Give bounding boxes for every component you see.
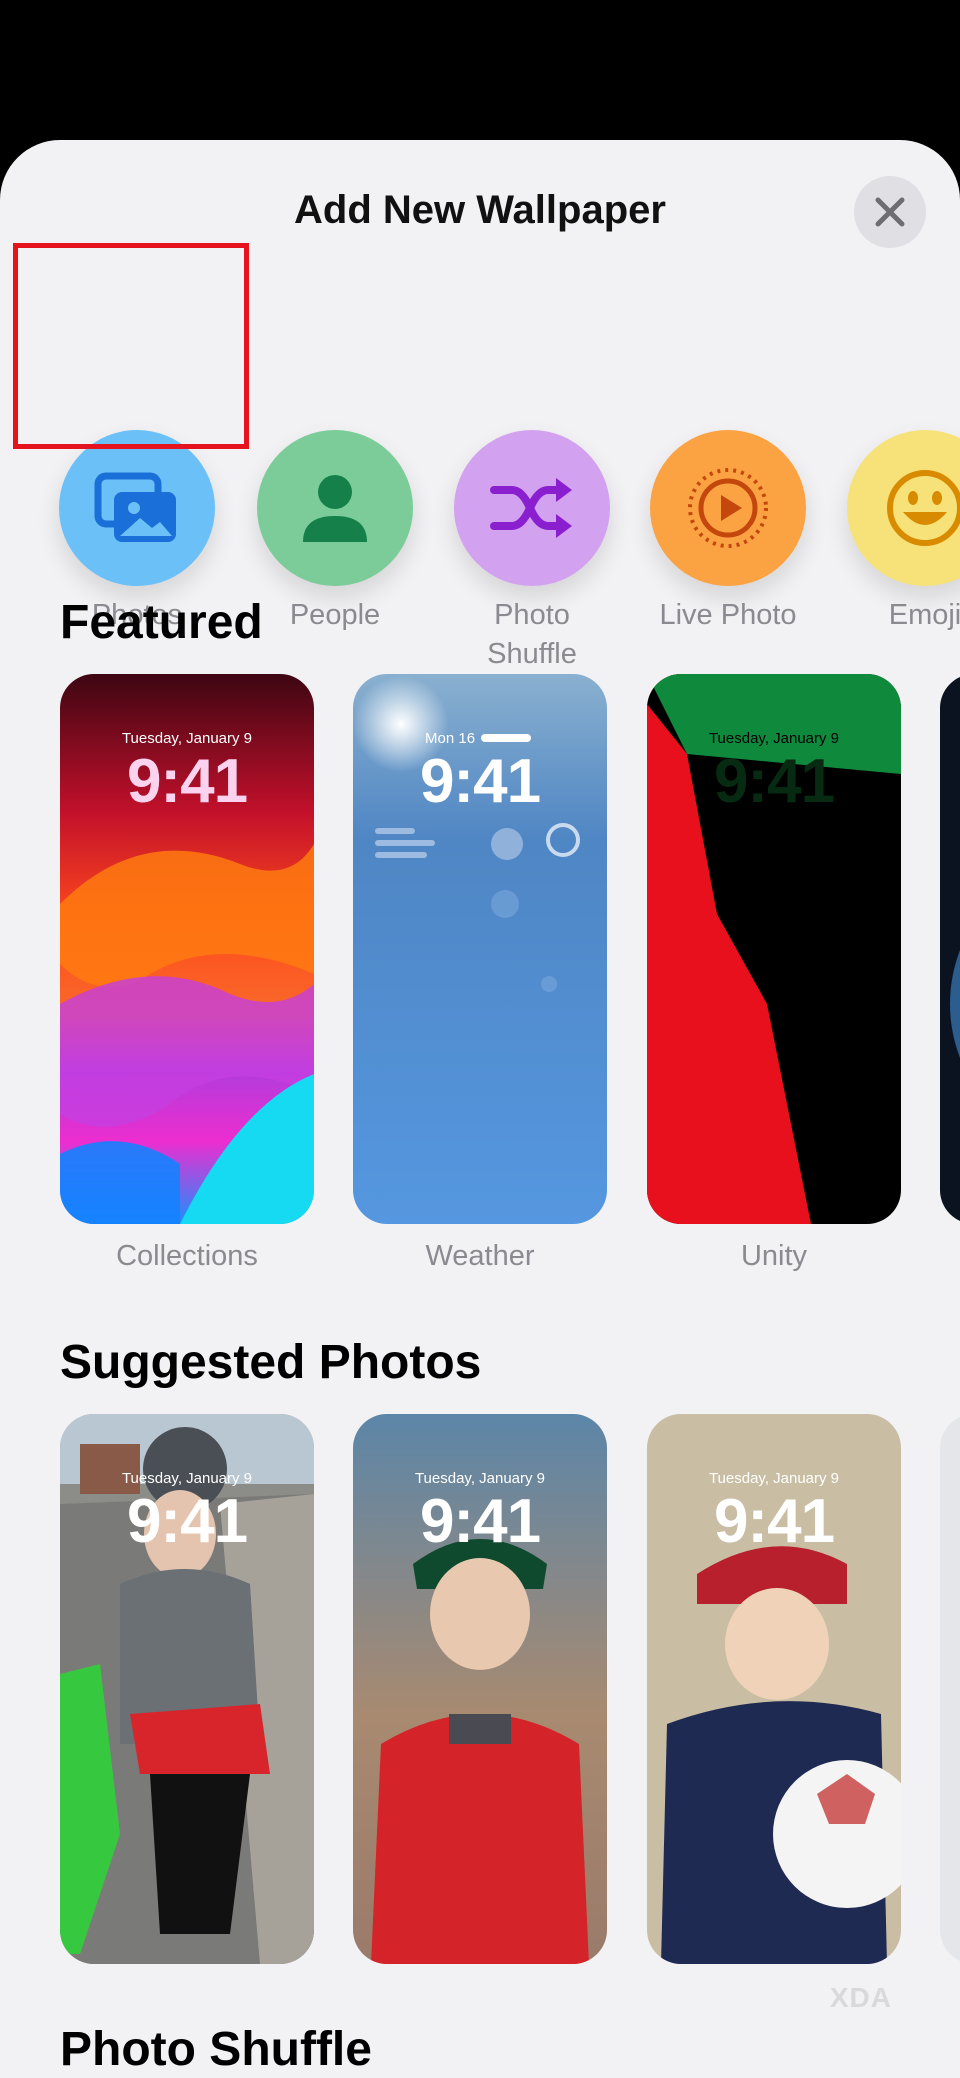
card-time: 9:41 <box>419 747 541 816</box>
people-circle[interactable] <box>257 430 413 586</box>
card-date: Tuesday, January 9 <box>121 1470 253 1487</box>
featured-label: Weather <box>425 1240 535 1272</box>
featured-card-partial[interactable] <box>940 674 960 1224</box>
card-date: Tuesday, January 9 <box>414 1470 546 1487</box>
emoji-circle[interactable] <box>847 430 960 586</box>
featured-label: Unity <box>740 1240 808 1272</box>
shuffle-circle[interactable] <box>454 430 610 586</box>
suggested-card-partial[interactable] <box>940 1414 960 1964</box>
photos-highlight-box <box>13 243 249 449</box>
person-icon <box>303 475 367 542</box>
type-emoji[interactable]: Emoji <box>830 430 960 635</box>
type-label-live-photo: Live Photo <box>659 599 797 631</box>
suggested-card[interactable]: Tuesday, January 9 9:41 <box>60 1414 314 1964</box>
type-photo-shuffle[interactable]: Photo Shuffle <box>437 430 627 674</box>
type-label-photo-shuffle: Photo Shuffle <box>487 599 577 670</box>
photos-icon <box>94 472 176 542</box>
earth-wallpaper-art <box>950 950 960 1058</box>
featured-card-collections[interactable]: Tuesday, January 9 9:41 <box>60 674 314 1224</box>
type-label-people: People <box>289 599 381 631</box>
card-date: Mon 16 <box>425 730 476 747</box>
card-time: 9:41 <box>713 747 835 816</box>
close-icon <box>875 197 905 227</box>
featured-label: Collections <box>116 1240 258 1272</box>
live-photo-circle[interactable] <box>650 430 806 586</box>
shuffle-icon <box>490 478 572 538</box>
card-date: Tuesday, January 9 <box>708 1470 840 1487</box>
suggested-card[interactable]: Tuesday, January 9 9:41 <box>353 1414 607 1964</box>
type-label-emoji: Emoji <box>888 599 960 631</box>
featured-card-unity[interactable]: Tuesday, January 9 9:41 <box>647 674 901 1224</box>
suggested-card[interactable]: Tuesday, January 9 9:41 <box>647 1414 901 1964</box>
emoji-icon <box>887 470 960 546</box>
suggested-carousel[interactable]: Tuesday, January 9 9:41 Tuesday, January… <box>0 1414 960 1994</box>
card-date: Tuesday, January 9 <box>708 730 840 747</box>
featured-card-weather[interactable]: Mon 16 9:41 <box>353 674 607 1224</box>
card-time: 9:41 <box>419 1487 541 1556</box>
photo-shuffle-title: Photo Shuffle <box>60 2023 372 2076</box>
live-photo-icon <box>688 468 768 548</box>
card-date: Tuesday, January 9 <box>121 730 253 747</box>
close-button[interactable] <box>854 176 926 248</box>
xda-watermark: XDA <box>829 1982 892 2013</box>
card-time: 9:41 <box>126 1487 248 1556</box>
featured-title: Featured <box>60 596 263 649</box>
type-people[interactable]: People <box>240 430 430 635</box>
wallpaper-sheet: Add New Wallpaper Photos People Photo Sh… <box>0 140 960 2078</box>
card-time: 9:41 <box>126 747 248 816</box>
card-time: 9:41 <box>713 1487 835 1556</box>
photos-circle[interactable] <box>59 430 215 586</box>
featured-carousel[interactable]: Tuesday, January 9 9:41 Mon 16 9:41 Tues… <box>0 674 960 1272</box>
type-live-photo[interactable]: Live Photo <box>633 430 823 635</box>
suggested-title: Suggested Photos <box>60 1336 482 1389</box>
sheet-title: Add New Wallpaper <box>294 188 666 232</box>
